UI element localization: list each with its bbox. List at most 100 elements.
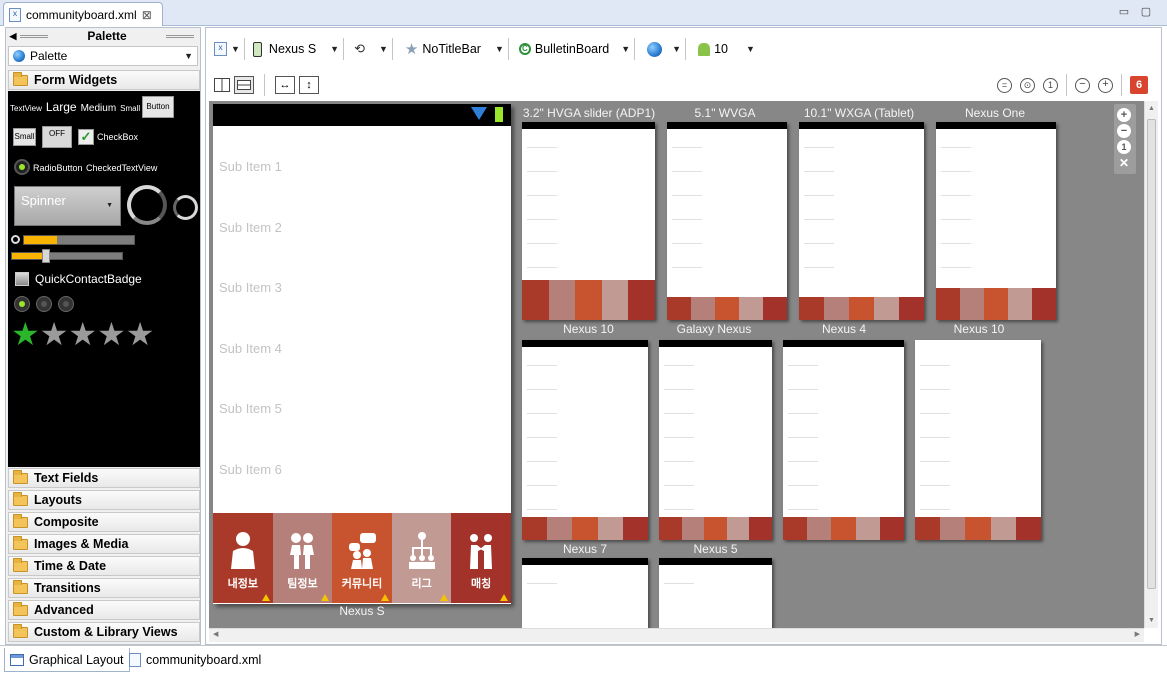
nav-tab-my-info[interactable]: 내정보 (213, 513, 273, 603)
list-item[interactable]: Sub Item 3 (219, 280, 282, 295)
canvas-zoom-100-icon[interactable]: 1 (1117, 140, 1131, 154)
preview-wxga[interactable] (799, 122, 924, 320)
list-item[interactable]: Sub Item 2 (219, 220, 282, 235)
widget-small-button[interactable]: Small (13, 128, 36, 146)
preview-nexus-10-a[interactable] (522, 340, 649, 540)
category-images-media[interactable]: Images & Media (8, 534, 200, 554)
zoom-fit-icon[interactable]: ⊙ (1020, 77, 1035, 93)
category-form-widgets[interactable]: Form Widgets (8, 70, 200, 90)
chevron-down-icon[interactable]: ▼ (495, 44, 504, 54)
preview-galaxy-nexus[interactable] (659, 340, 772, 540)
category-advanced[interactable]: Advanced (8, 600, 200, 620)
list-item[interactable]: Sub Item 1 (219, 159, 282, 174)
theme-dropdown[interactable]: NoTitleBar (422, 42, 481, 56)
radio-off-icon[interactable] (36, 296, 52, 312)
fill-width-icon[interactable]: ↔ (275, 76, 295, 94)
progress-ring-large-icon[interactable] (127, 185, 167, 225)
preview-nexus-one[interactable] (936, 122, 1056, 320)
canvas-close-previews-icon[interactable]: ✕ (1117, 156, 1131, 170)
chevron-down-icon[interactable]: ▼ (672, 44, 681, 54)
drag-handle-icon[interactable] (166, 34, 194, 38)
category-composite[interactable]: Composite (8, 512, 200, 532)
maximize-button[interactable]: ▢ (1139, 5, 1153, 19)
radio-off-icon[interactable] (58, 296, 74, 312)
nav-tab-matching[interactable]: 매칭 (451, 513, 511, 603)
category-text-fields[interactable]: Text Fields (8, 468, 200, 488)
canvas-zoom-in-icon[interactable]: + (1117, 108, 1131, 122)
rating-bar[interactable]: ★★★★★ (11, 317, 154, 351)
list-item[interactable]: Sub Item 6 (219, 462, 282, 477)
category-time-date[interactable]: Time & Date (8, 556, 200, 576)
split-vertical-icon[interactable] (214, 78, 230, 92)
widget-medium-text[interactable]: Medium (81, 103, 117, 114)
preview-hvga[interactable] (522, 122, 655, 320)
editor-tab-communityboard[interactable]: x communityboard.xml ⊠ (3, 2, 163, 26)
widget-small-text[interactable]: Small (120, 104, 140, 113)
nav-tab-team-info[interactable]: 팀정보 (272, 513, 333, 603)
widget-checkbox[interactable]: CheckBox (97, 132, 138, 142)
palette-selector[interactable]: Palette ▼ (8, 46, 198, 66)
widget-spinner[interactable]: Spinner ▼ (14, 186, 121, 226)
scroll-left-icon[interactable]: ◀ (213, 630, 218, 638)
widget-quickcontactbadge[interactable]: QuickContactBadge (35, 272, 142, 286)
preview-wvga[interactable] (667, 122, 787, 320)
progress-ring-small-icon[interactable] (173, 195, 198, 220)
layout-canvas[interactable]: Sub Item 1 Sub Item 2 Sub Item 3 Sub Ite… (209, 101, 1144, 628)
collapse-arrow-icon[interactable]: ◀ (6, 31, 20, 42)
chevron-down-icon[interactable]: ▼ (231, 44, 240, 54)
close-tab-icon[interactable]: ⊠ (142, 8, 152, 22)
api-level-dropdown[interactable]: 10 (714, 42, 728, 56)
preview-nexus-4[interactable] (783, 340, 905, 540)
radio-group[interactable] (14, 296, 74, 312)
minimize-button[interactable]: ▭ (1117, 5, 1131, 19)
list-item[interactable]: Sub Item 4 (219, 341, 282, 356)
scroll-down-icon[interactable]: ▼ (1148, 617, 1155, 624)
preview-nexus-7[interactable] (522, 558, 648, 628)
tab-xml-source[interactable]: communityboard.xml (124, 648, 266, 672)
checkbox-checked-icon[interactable]: ✓ (78, 129, 94, 145)
radio-on-icon[interactable] (14, 296, 30, 312)
chevron-down-icon[interactable]: ▼ (379, 44, 388, 54)
zoom-in-icon[interactable]: + (1098, 77, 1113, 93)
widget-large-text[interactable]: Large (46, 100, 77, 114)
canvas-zoom-out-icon[interactable]: − (1117, 124, 1131, 138)
fill-height-icon[interactable]: ↕ (299, 76, 319, 94)
zoom-real-size-icon[interactable]: = (997, 77, 1012, 93)
widget-textview[interactable]: TextView (10, 104, 42, 113)
list-item[interactable]: Sub Item 5 (219, 401, 282, 416)
category-custom-library-views[interactable]: Custom & Library Views (8, 622, 200, 642)
progress-small-icon[interactable] (11, 235, 20, 244)
seek-bar[interactable] (11, 252, 123, 260)
device-dropdown[interactable]: Nexus S (269, 42, 316, 56)
horizontal-progress-bar[interactable] (23, 235, 135, 245)
category-transitions[interactable]: Transitions (8, 578, 200, 598)
radio-button-icon[interactable] (14, 159, 30, 175)
vertical-scroll-thumb[interactable] (1147, 119, 1156, 589)
widget-button[interactable]: Button (142, 96, 174, 118)
preview-nexus-10-b[interactable] (915, 340, 1042, 540)
nav-tab-community[interactable]: 커뮤니티 (332, 513, 392, 603)
vertical-scrollbar[interactable]: ▲ ▼ (1144, 101, 1158, 628)
chevron-down-icon[interactable]: ▼ (621, 44, 630, 54)
activity-dropdown[interactable]: BulletinBoard (535, 42, 609, 56)
locale-globe-icon[interactable] (647, 41, 663, 57)
chevron-down-icon[interactable]: ▼ (746, 44, 755, 54)
widget-checkedtextview[interactable]: CheckedTextView (86, 163, 157, 173)
seek-bar-thumb[interactable] (42, 249, 50, 263)
scroll-up-icon[interactable]: ▲ (1148, 105, 1155, 112)
zoom-100-icon[interactable]: 1 (1043, 77, 1058, 93)
zoom-out-icon[interactable]: − (1075, 77, 1090, 93)
drag-handle-icon[interactable] (20, 34, 48, 38)
category-layouts[interactable]: Layouts (8, 490, 200, 510)
rotate-orientation-icon[interactable]: ⟲ (354, 41, 365, 57)
chevron-down-icon[interactable]: ▼ (330, 44, 339, 54)
horizontal-scrollbar[interactable]: ◀ ▶ (209, 628, 1144, 642)
main-device-preview[interactable]: Sub Item 1 Sub Item 2 Sub Item 3 Sub Ite… (213, 104, 511, 604)
widget-toggle-button[interactable]: OFF (42, 126, 72, 148)
split-horizontal-icon[interactable] (234, 76, 254, 94)
scroll-right-icon[interactable]: ▶ (1135, 630, 1140, 638)
error-count-badge[interactable]: 6 (1130, 76, 1148, 94)
preview-nexus-5[interactable] (659, 558, 772, 628)
widget-radiobutton[interactable]: RadioButton (33, 163, 83, 173)
tab-graphical-layout[interactable]: Graphical Layout (4, 648, 130, 672)
